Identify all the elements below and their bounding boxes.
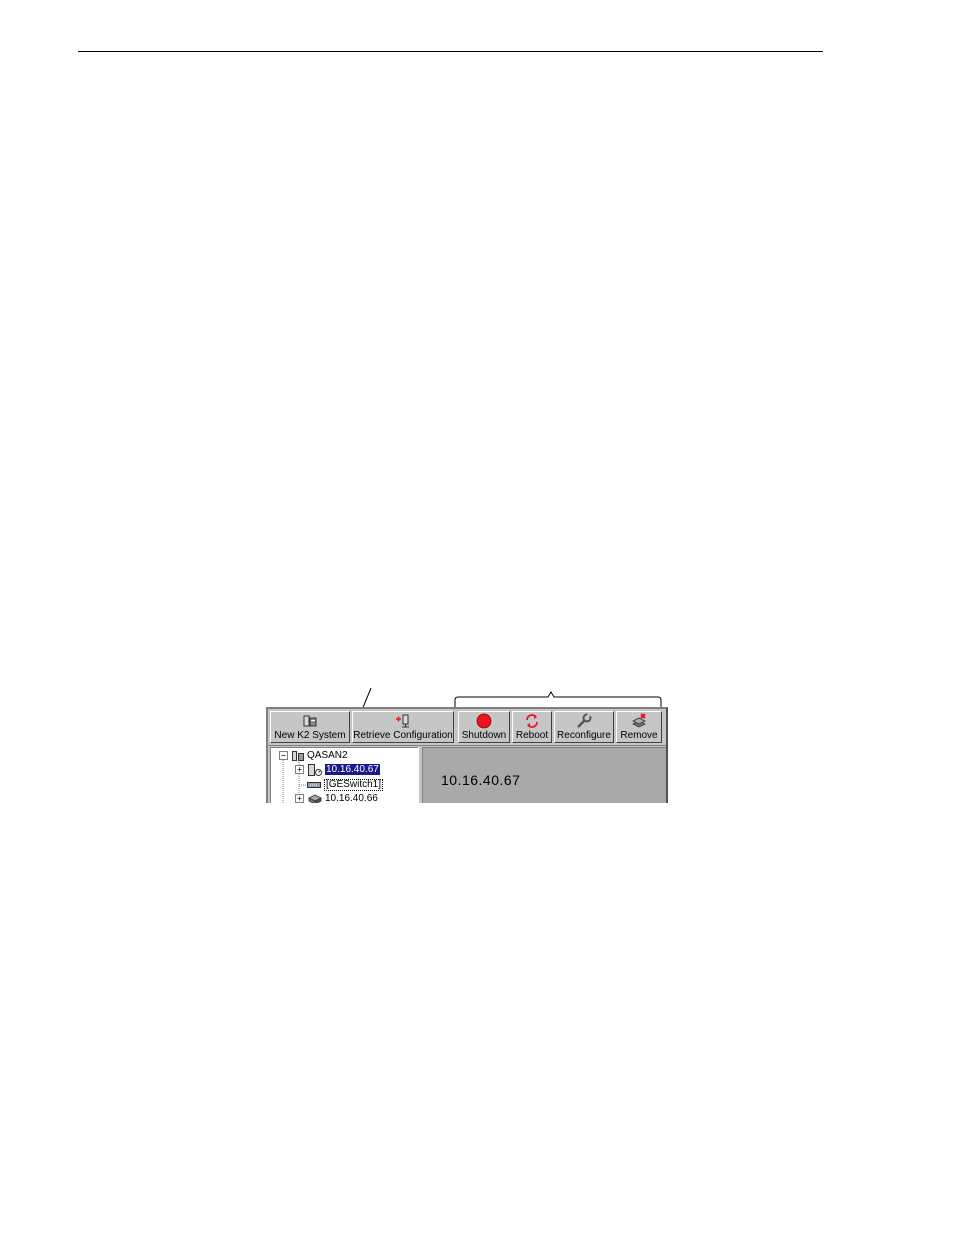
tree-item-switch-label: [GESwitch1] — [324, 778, 384, 791]
server-icon — [308, 763, 322, 776]
callout-bracket — [454, 691, 662, 707]
tree-item-root-label: QASAN2 — [307, 750, 348, 761]
switch-icon — [307, 781, 321, 789]
toolbar: New K2 System Retrieve Configuration Shu… — [268, 709, 666, 746]
callout-annotations — [338, 687, 662, 767]
detail-pane: 10.16.40.67 — [422, 747, 666, 803]
reconfigure-label: Reconfigure — [557, 730, 611, 741]
shutdown-icon — [475, 713, 493, 729]
new-k2-system-label: New K2 System — [274, 730, 346, 741]
new-system-icon — [301, 713, 319, 729]
retrieve-configuration-button[interactable]: Retrieve Configuration — [352, 711, 454, 743]
wrench-icon — [575, 713, 593, 729]
retrieve-configuration-label: Retrieve Configuration — [353, 730, 453, 741]
expand-icon[interactable]: + — [295, 765, 304, 774]
shutdown-label: Shutdown — [461, 730, 507, 741]
tree-item-node-67-label: 10.16.40.67 — [325, 764, 380, 775]
tree-item-node-67[interactable]: + 10.16.40.67 — [295, 763, 380, 776]
detail-title: 10.16.40.67 — [441, 772, 521, 788]
reboot-button[interactable]: Reboot — [512, 711, 552, 743]
k2-config-manager-window: New K2 System Retrieve Configuration Shu… — [266, 707, 668, 803]
tree-item-switch[interactable]: [GESwitch1] — [307, 778, 384, 791]
remove-button[interactable]: Remove — [616, 711, 662, 743]
storage-icon — [308, 793, 322, 803]
san-icon — [292, 750, 304, 761]
remove-icon — [630, 713, 648, 729]
new-k2-system-button[interactable]: New K2 System — [270, 711, 350, 743]
expand-icon[interactable]: + — [295, 794, 304, 803]
shutdown-button[interactable]: Shutdown — [458, 711, 510, 743]
system-tree[interactable]: − QASAN2 + 10.16.40.67 [GESwitch1] + 10.… — [270, 747, 419, 803]
tree-item-node-66-label: 10.16.40.66 — [325, 793, 378, 803]
tree-item-root[interactable]: − QASAN2 — [279, 749, 348, 762]
collapse-icon[interactable]: − — [279, 751, 288, 760]
remove-label: Remove — [620, 730, 658, 741]
reconfigure-button[interactable]: Reconfigure — [554, 711, 614, 743]
reboot-icon — [523, 713, 541, 729]
reboot-label: Reboot — [515, 730, 549, 741]
retrieve-config-icon — [394, 713, 412, 729]
tree-item-node-66[interactable]: + 10.16.40.66 — [295, 792, 378, 803]
